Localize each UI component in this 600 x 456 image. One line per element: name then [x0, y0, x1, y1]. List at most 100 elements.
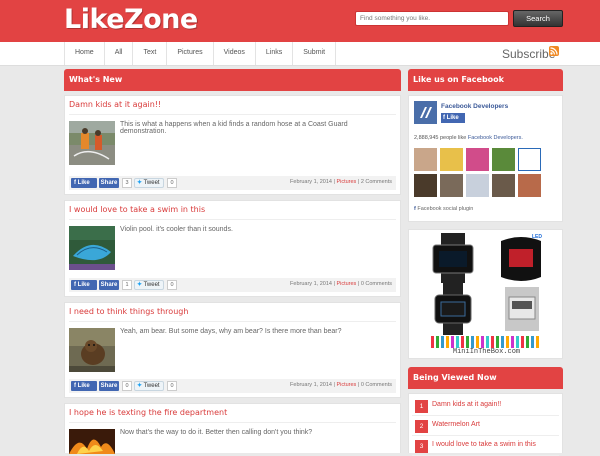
post-comments-link[interactable]: 0 Comments	[361, 382, 392, 388]
fan-avatar[interactable]	[440, 174, 463, 197]
fan-avatar[interactable]	[492, 174, 515, 197]
ad-color-bar	[413, 334, 558, 349]
list-item-link[interactable]: Damn kids at it again!!	[432, 401, 501, 408]
post-title[interactable]: I hope he is texting the fire department	[69, 408, 227, 417]
nav-item-submit[interactable]: Submit	[293, 42, 337, 65]
nav-item-links[interactable]: Links	[256, 42, 294, 65]
post-comments-link[interactable]: 2 Comments	[361, 179, 392, 185]
fan-avatar[interactable]	[466, 174, 489, 197]
facebook-share-button[interactable]: Share	[99, 381, 119, 391]
post-card: I hope he is texting the fire department…	[64, 403, 401, 454]
rank-badge: 1	[415, 400, 428, 413]
nav-item-all[interactable]: All	[105, 42, 134, 65]
post-date: February 1, 2014	[290, 179, 332, 185]
post-title[interactable]: I need to think things through	[69, 307, 188, 316]
like-label: Like	[77, 383, 90, 389]
post-excerpt: This is what a happens when a kid finds …	[120, 121, 348, 135]
facebook-like-button[interactable]: f Like	[71, 381, 97, 391]
post-thumbnail[interactable]	[69, 226, 115, 270]
list-item[interactable]: 2 Watermelon Art	[412, 417, 559, 436]
facebook-social-plugin-label: f Facebook social plugin	[414, 206, 473, 212]
nav-item-pictures[interactable]: Pictures	[167, 42, 214, 65]
divider	[69, 114, 396, 115]
facebook-like-button[interactable]: f Like	[71, 280, 97, 290]
fan-avatar[interactable]	[414, 174, 437, 197]
post-thumbnail[interactable]	[69, 328, 115, 372]
divider	[69, 321, 396, 322]
post-date: February 1, 2014	[290, 281, 332, 287]
meta-separator: |	[357, 281, 360, 287]
fan-avatar[interactable]	[492, 148, 515, 171]
facebook-icon: f	[414, 206, 416, 212]
ad-product-watch[interactable]	[419, 283, 487, 335]
post-card: Damn kids at it again!! This is what a h…	[64, 95, 401, 195]
meta-separator: |	[333, 179, 335, 185]
post-thumbnail[interactable]	[69, 121, 115, 165]
ad-product-watch[interactable]	[419, 233, 487, 285]
ad-product-led-watch[interactable]: LED	[487, 233, 555, 285]
being-viewed-title: Being Viewed Now	[408, 367, 563, 389]
facebook-developers-logo[interactable]	[414, 101, 437, 124]
facebook-share-button[interactable]: Share	[99, 178, 119, 188]
fan-avatar[interactable]	[414, 148, 437, 171]
list-item-link[interactable]: I would love to take a swim in this	[432, 441, 536, 448]
search-button[interactable]: Search	[513, 10, 563, 27]
facebook-like-button[interactable]: f Like	[71, 178, 97, 188]
subscribe-link[interactable]: Subscribe	[502, 47, 555, 61]
list-item[interactable]: 3 I would love to take a swim in this	[412, 437, 559, 456]
post-card: I need to think things through Yeah, am …	[64, 302, 401, 398]
facebook-page-like-button[interactable]: f Like	[441, 113, 465, 123]
whats-new-title: What's New	[64, 69, 401, 91]
nav-item-home[interactable]: Home	[65, 42, 105, 65]
plugin-label: Facebook social plugin	[417, 206, 474, 212]
advertisement[interactable]: LED MiniInTheBox.com	[408, 229, 563, 359]
post-thumbnail[interactable]	[69, 429, 115, 454]
like-label: Like	[77, 180, 90, 186]
facebook-share-button[interactable]: Share	[99, 280, 119, 290]
divider	[69, 219, 396, 220]
nav-item-text[interactable]: Text	[133, 42, 168, 65]
meta-separator: |	[357, 179, 360, 185]
list-item[interactable]: 1 Damn kids at it again!!	[412, 397, 559, 416]
post-title[interactable]: Damn kids at it again!!	[69, 100, 161, 109]
post-excerpt: Now that's the way to do it. Better then…	[120, 429, 313, 436]
share-count: 0	[122, 381, 132, 391]
post-category-link[interactable]: Pictures	[336, 382, 356, 388]
post-meta: February 1, 2014 | Pictures | 0 Comments	[290, 281, 392, 287]
tweet-button[interactable]: ✦ Tweet	[134, 280, 164, 290]
post-category-link[interactable]: Pictures	[336, 179, 356, 185]
fan-avatar[interactable]	[518, 174, 541, 197]
search-input[interactable]: Find something you like.	[355, 11, 509, 26]
share-count: 1	[122, 280, 132, 290]
tweet-count: 0	[167, 381, 177, 391]
rank-badge: 3	[415, 440, 428, 453]
rank-badge: 2	[415, 420, 428, 433]
post-excerpt: Yeah, am bear. But some days, why am bea…	[120, 328, 342, 335]
nav-bar: Home All Text Pictures Videos Links Subm…	[0, 42, 600, 66]
tweet-button[interactable]: ✦ Tweet	[134, 178, 164, 188]
post-comments-link[interactable]: 0 Comments	[361, 281, 392, 287]
post-category-link[interactable]: Pictures	[336, 281, 356, 287]
tweet-button[interactable]: ✦ Tweet	[134, 381, 164, 391]
post-footer: f Like Share 3 ✦ Tweet 0 February 1, 201…	[69, 176, 396, 190]
fan-avatar[interactable]	[518, 148, 541, 171]
tweet-count: 0	[167, 178, 177, 188]
ad-product-watch[interactable]	[487, 283, 555, 335]
meta-separator: |	[333, 281, 335, 287]
site-header: LikeZone Find something you like. Search	[0, 0, 600, 42]
post-date: February 1, 2014	[290, 382, 332, 388]
facebook-page-link[interactable]: Facebook Developers.	[468, 135, 523, 141]
tweet-label: Tweet	[143, 383, 160, 389]
post-title[interactable]: I would love to take a swim in this	[69, 205, 205, 214]
fan-avatar[interactable]	[466, 148, 489, 171]
facebook-page-widget: Facebook Developers f Like 2,888,945 peo…	[408, 95, 563, 222]
post-footer: f Like Share 1 ✦ Tweet 0 February 1, 201…	[69, 278, 396, 292]
site-logo[interactable]: LikeZone	[64, 4, 198, 35]
fan-avatar[interactable]	[440, 148, 463, 171]
like-count-text: 2,888,945 people like	[414, 135, 467, 141]
list-item-link[interactable]: Watermelon Art	[432, 421, 480, 428]
rss-icon[interactable]	[549, 46, 559, 56]
ad-site-name[interactable]: MiniInTheBox.com	[409, 348, 564, 356]
nav-item-videos[interactable]: Videos	[214, 42, 256, 65]
facebook-page-name[interactable]: Facebook Developers	[441, 103, 508, 110]
